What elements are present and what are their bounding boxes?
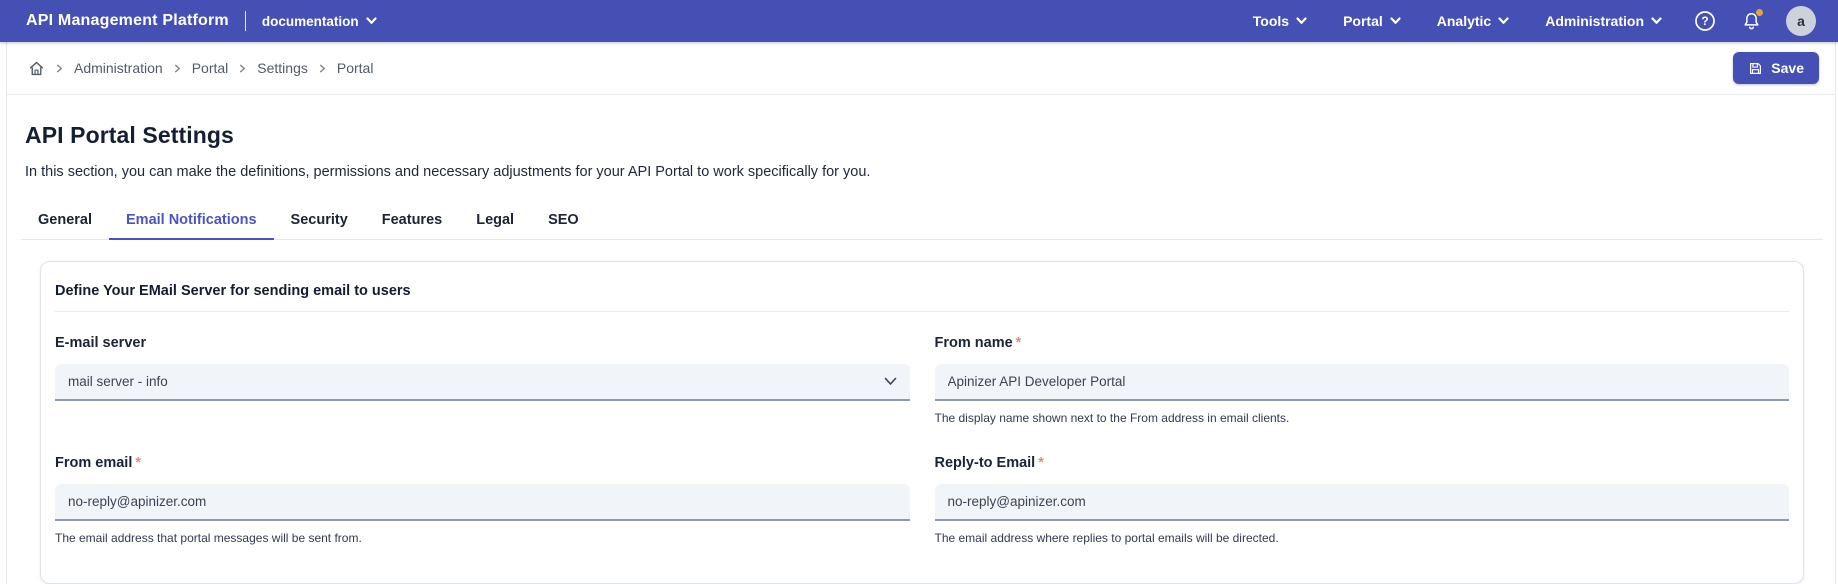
breadcrumb-item-administration[interactable]: Administration bbox=[74, 60, 163, 76]
email-server-selected-value: mail server - info bbox=[68, 374, 168, 389]
reply-to-email-input[interactable] bbox=[935, 484, 1790, 521]
help-icon: ? bbox=[1694, 10, 1716, 32]
menu-administration-label: Administration bbox=[1545, 13, 1644, 29]
menu-administration[interactable]: Administration bbox=[1531, 5, 1676, 37]
notifications-button[interactable] bbox=[1734, 4, 1768, 38]
menu-portal-label: Portal bbox=[1343, 13, 1383, 29]
from-name-helper: The display name shown next to the From … bbox=[935, 411, 1790, 425]
save-icon bbox=[1748, 61, 1763, 76]
tab-security[interactable]: Security bbox=[274, 203, 365, 239]
navbar-left: API Management Platform documentation bbox=[26, 11, 377, 31]
page-description: In this section, you can make the defini… bbox=[25, 164, 1823, 180]
app-title: API Management Platform bbox=[26, 12, 229, 30]
from-email-input[interactable] bbox=[55, 484, 910, 521]
content-sheet: Administration Portal Settings Portal Sa… bbox=[6, 42, 1836, 584]
home-icon[interactable] bbox=[28, 60, 45, 77]
from-name-label-text: From name bbox=[935, 335, 1013, 351]
email-server-label: E-mail server bbox=[55, 335, 910, 351]
breadcrumb: Administration Portal Settings Portal bbox=[28, 60, 373, 77]
save-button-label: Save bbox=[1771, 60, 1804, 76]
menu-analytic[interactable]: Analytic bbox=[1423, 5, 1523, 37]
card-section-title: Define Your EMail Server for sending ema… bbox=[55, 275, 1789, 312]
email-server-card: Define Your EMail Server for sending ema… bbox=[40, 261, 1804, 584]
reply-to-email-label: Reply-to Email* bbox=[935, 455, 1790, 471]
environment-dropdown[interactable]: documentation bbox=[262, 14, 377, 29]
from-name-label: From name* bbox=[935, 335, 1790, 351]
from-email-helper: The email address that portal messages w… bbox=[55, 531, 910, 545]
avatar-letter: a bbox=[1797, 13, 1805, 29]
breadcrumb-bar: Administration Portal Settings Portal Sa… bbox=[7, 42, 1835, 95]
email-settings-form: E-mail server mail server - info From na… bbox=[55, 335, 1789, 545]
required-asterisk: * bbox=[1016, 335, 1022, 351]
email-server-select[interactable]: mail server - info bbox=[55, 364, 910, 401]
chevron-right-icon bbox=[173, 64, 182, 73]
environment-label: documentation bbox=[262, 14, 359, 29]
breadcrumb-item-portal-page[interactable]: Portal bbox=[337, 60, 374, 76]
chevron-right-icon bbox=[55, 64, 64, 73]
field-email-server: E-mail server mail server - info bbox=[55, 335, 910, 425]
navbar-right: Tools Portal Analytic Administration ? bbox=[1239, 4, 1816, 38]
top-navbar: API Management Platform documentation To… bbox=[0, 0, 1838, 42]
chevron-down-icon bbox=[1296, 17, 1307, 25]
chevron-down-icon bbox=[366, 17, 377, 25]
navbar-divider bbox=[245, 11, 246, 31]
menu-analytic-label: Analytic bbox=[1437, 13, 1491, 29]
tab-features[interactable]: Features bbox=[365, 203, 459, 239]
from-email-label-text: From email bbox=[55, 455, 132, 471]
chevron-right-icon bbox=[318, 64, 327, 73]
settings-tabs: General Email Notifications Security Fea… bbox=[21, 203, 1823, 240]
reply-to-email-label-text: Reply-to Email bbox=[935, 455, 1036, 471]
breadcrumb-item-portal[interactable]: Portal bbox=[192, 60, 229, 76]
field-from-email: From email* The email address that porta… bbox=[55, 455, 910, 545]
chevron-down-icon bbox=[884, 377, 897, 386]
tab-email-notifications[interactable]: Email Notifications bbox=[109, 203, 274, 239]
required-asterisk: * bbox=[1038, 455, 1044, 471]
notification-badge bbox=[1756, 9, 1763, 16]
field-reply-to-email: Reply-to Email* The email address where … bbox=[935, 455, 1790, 545]
from-name-input[interactable] bbox=[935, 364, 1790, 401]
svg-text:?: ? bbox=[1701, 14, 1708, 28]
field-from-name: From name* The display name shown next t… bbox=[935, 335, 1790, 425]
tab-legal[interactable]: Legal bbox=[459, 203, 531, 239]
from-email-label: From email* bbox=[55, 455, 910, 471]
main-content: API Portal Settings In this section, you… bbox=[7, 122, 1835, 584]
reply-to-email-helper: The email address where replies to porta… bbox=[935, 531, 1790, 545]
help-button[interactable]: ? bbox=[1688, 4, 1722, 38]
chevron-down-icon bbox=[1390, 17, 1401, 25]
required-asterisk: * bbox=[135, 455, 141, 471]
menu-tools-label: Tools bbox=[1253, 13, 1289, 29]
menu-portal[interactable]: Portal bbox=[1329, 5, 1415, 37]
chevron-down-icon bbox=[1498, 17, 1509, 25]
user-avatar[interactable]: a bbox=[1786, 6, 1816, 36]
menu-tools[interactable]: Tools bbox=[1239, 5, 1321, 37]
page-title: API Portal Settings bbox=[25, 122, 1823, 149]
tab-seo[interactable]: SEO bbox=[531, 203, 596, 239]
save-button[interactable]: Save bbox=[1733, 52, 1819, 84]
chevron-down-icon bbox=[1651, 17, 1662, 25]
tab-general[interactable]: General bbox=[21, 203, 109, 239]
chevron-right-icon bbox=[238, 64, 247, 73]
breadcrumb-item-settings[interactable]: Settings bbox=[257, 60, 308, 76]
